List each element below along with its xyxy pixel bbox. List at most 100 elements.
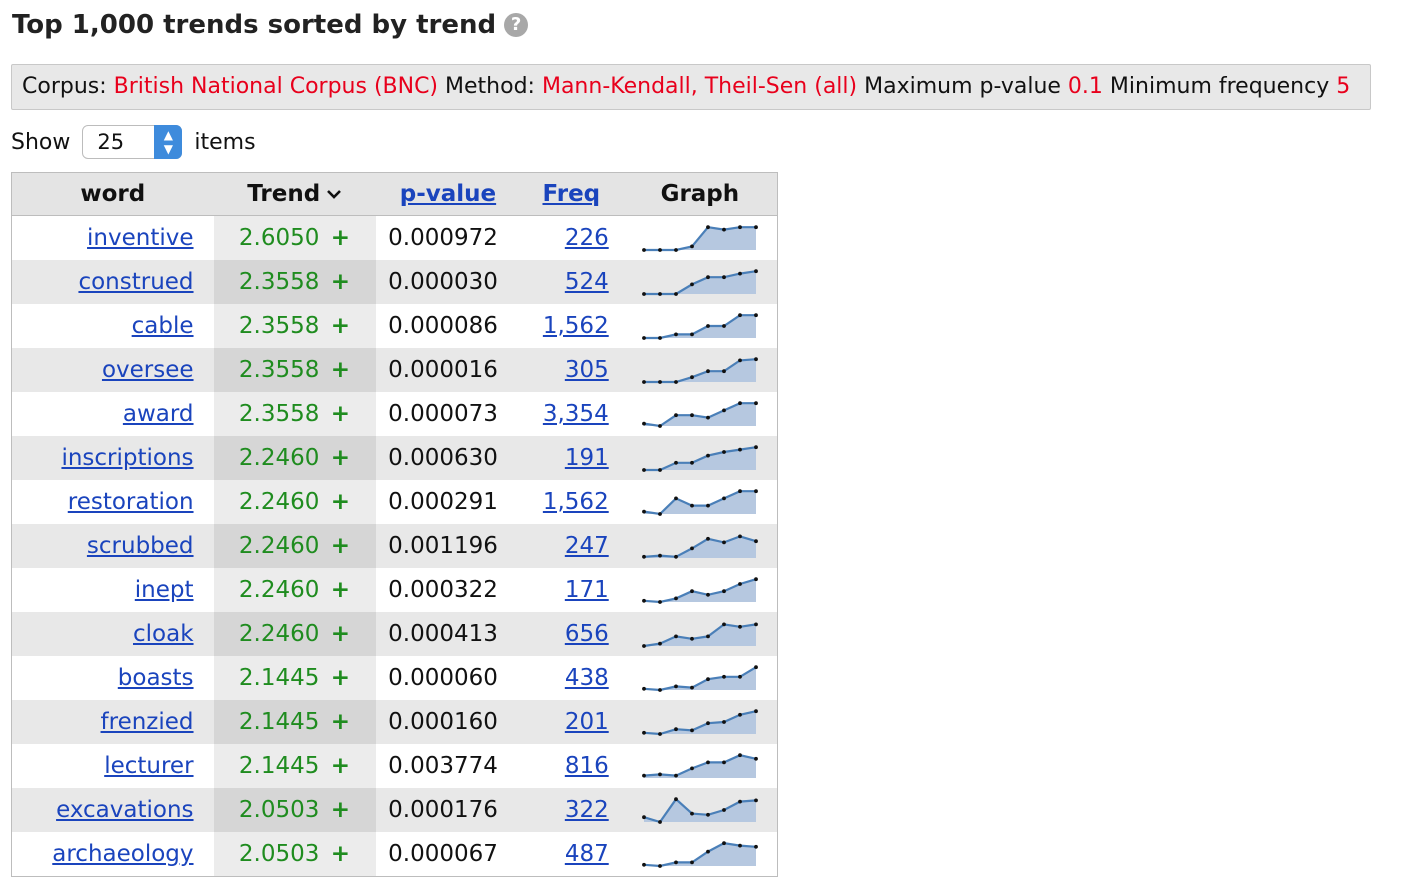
- sparkline-point: [689, 546, 694, 551]
- sparkline-point: [673, 554, 678, 559]
- trend-value: 2.2460: [213, 436, 331, 480]
- freq-link[interactable]: 191: [565, 445, 609, 471]
- word-link[interactable]: construed: [78, 269, 193, 295]
- sparkline-point: [705, 849, 710, 854]
- sparkline-graph: [641, 269, 758, 296]
- word-link[interactable]: oversee: [102, 357, 194, 383]
- sparkline-point: [641, 248, 646, 252]
- freq-link[interactable]: 438: [565, 665, 609, 691]
- freq-link[interactable]: 171: [565, 577, 609, 603]
- question-circle-icon[interactable]: ?: [504, 13, 529, 37]
- sparkline-point: [657, 641, 662, 646]
- column-header-freq[interactable]: Freq: [519, 172, 623, 216]
- word-link[interactable]: restoration: [68, 489, 194, 515]
- freq-cell: 226: [519, 215, 623, 260]
- word-cell: inept: [11, 568, 214, 612]
- word-link[interactable]: archaeology: [52, 841, 193, 867]
- sparkline-area: [643, 315, 756, 338]
- freq-link[interactable]: 1,562: [543, 489, 609, 515]
- select-arrows-icon: ▲ ▼: [154, 125, 183, 159]
- freq-link[interactable]: 305: [565, 357, 609, 383]
- freq-link[interactable]: 247: [565, 533, 609, 559]
- word-link[interactable]: cloak: [133, 621, 194, 647]
- graph-cell: [622, 215, 778, 260]
- pvalue-cell: 0.000073: [375, 392, 520, 436]
- sparkline-point: [657, 553, 662, 558]
- method-label: Method:: [445, 74, 535, 99]
- word-link[interactable]: frenzied: [101, 709, 194, 735]
- sparkline-graph: [641, 797, 758, 824]
- sparkline-point: [721, 589, 726, 594]
- chevron-down-icon: [327, 190, 342, 199]
- max-pvalue-value: 0.1: [1067, 74, 1103, 99]
- sparkline-point: [689, 811, 694, 816]
- freq-link[interactable]: 1,562: [543, 313, 609, 339]
- pvalue-cell: 0.000030: [375, 260, 520, 304]
- sparkline-point: [673, 292, 678, 296]
- freq-link[interactable]: 201: [565, 709, 609, 735]
- freq-link[interactable]: 487: [565, 841, 609, 867]
- graph-cell: [622, 744, 778, 788]
- freq-link[interactable]: 3,354: [543, 401, 609, 427]
- word-link[interactable]: award: [123, 401, 194, 427]
- trend-value: 2.2460: [213, 524, 331, 568]
- word-link[interactable]: inventive: [87, 225, 193, 251]
- freq-cell: 816: [519, 744, 623, 788]
- word-link[interactable]: inept: [135, 577, 194, 603]
- sparkline-point: [641, 644, 646, 648]
- trend-sign: +: [330, 436, 376, 480]
- sparkline-point: [673, 727, 678, 732]
- table-header-row: word Trend p-value Freq Graph: [11, 172, 778, 216]
- trend-value: 2.3558: [213, 304, 331, 348]
- graph-cell: [622, 700, 778, 744]
- word-link[interactable]: inscriptions: [61, 445, 193, 471]
- sparkline-point: [641, 292, 646, 296]
- graph-cell: [622, 304, 778, 348]
- sparkline-point: [641, 598, 646, 603]
- sparkline-point: [721, 227, 726, 232]
- sparkline-point: [689, 766, 694, 771]
- sparkline-point: [737, 313, 742, 318]
- word-cell: award: [11, 392, 214, 436]
- sparkline-point: [657, 600, 662, 604]
- sparkline-point: [657, 820, 662, 824]
- sparkline-graph: [641, 577, 758, 604]
- sparkline-point: [689, 860, 694, 865]
- column-header-trend-label: Trend: [247, 181, 321, 207]
- sparkline-point: [737, 624, 742, 629]
- pvalue-cell: 0.000291: [375, 480, 520, 524]
- sparkline-point: [753, 489, 758, 494]
- word-link[interactable]: excavations: [56, 797, 193, 823]
- trend-sign: +: [330, 788, 376, 832]
- word-link[interactable]: cable: [132, 313, 194, 339]
- sparkline-point: [721, 760, 726, 765]
- graph-cell: [622, 568, 778, 612]
- freq-link[interactable]: 226: [565, 225, 609, 251]
- freq-cell: 487: [519, 832, 623, 877]
- sparkline-point: [705, 324, 710, 328]
- word-link[interactable]: boasts: [118, 665, 194, 691]
- column-header-trend[interactable]: Trend: [213, 172, 376, 216]
- freq-link[interactable]: 524: [565, 269, 609, 295]
- sparkline-point: [705, 812, 710, 817]
- word-link[interactable]: scrubbed: [87, 533, 194, 559]
- freq-link[interactable]: 656: [565, 621, 609, 647]
- sparkline-point: [689, 685, 694, 690]
- sparkline-point: [657, 380, 662, 384]
- sparkline-area: [643, 403, 756, 426]
- freq-link[interactable]: 816: [565, 753, 609, 779]
- word-link[interactable]: lecturer: [104, 753, 193, 779]
- sparkline-point: [753, 756, 758, 761]
- pvalue-cell: 0.000413: [375, 612, 520, 656]
- freq-link[interactable]: 322: [565, 797, 609, 823]
- sparkline-point: [705, 677, 710, 682]
- sparkline-point: [657, 424, 662, 428]
- sparkline-point: [657, 468, 662, 472]
- sparkline-graph: [641, 665, 758, 692]
- pvalue-cell: 0.000972: [375, 215, 520, 260]
- column-header-pvalue[interactable]: p-value: [375, 172, 520, 216]
- trend-value: 2.2460: [213, 568, 331, 612]
- sparkline-graph: [641, 313, 758, 340]
- page-size-select[interactable]: 25 ▲ ▼: [82, 125, 183, 159]
- sparkline-point: [689, 413, 694, 418]
